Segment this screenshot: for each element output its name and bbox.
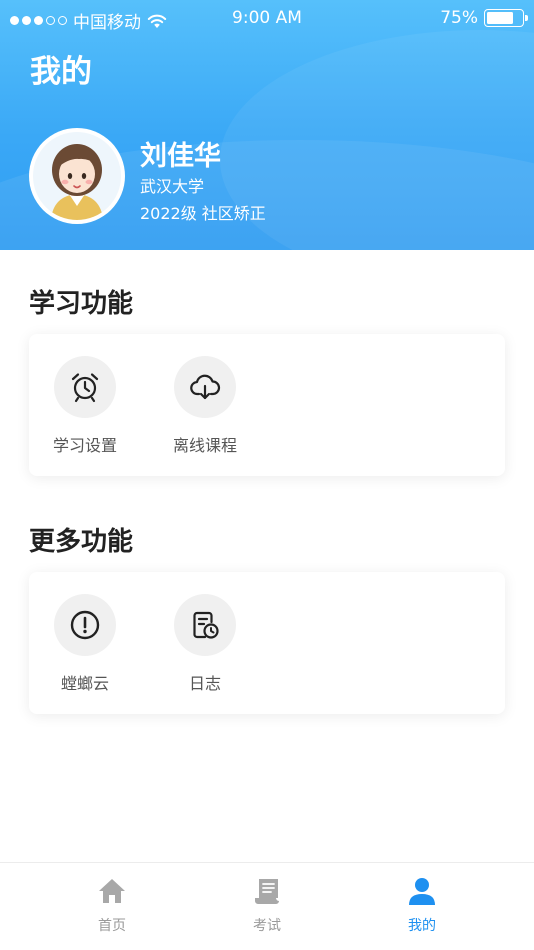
battery-icon xyxy=(484,9,528,27)
header-wave-decoration xyxy=(220,30,534,250)
status-right: 75% xyxy=(440,8,528,28)
tab-home[interactable]: 首页 xyxy=(67,875,157,935)
status-bar: 中国移动 9:00 AM 75% xyxy=(0,0,534,38)
log-icon-circle xyxy=(174,594,236,656)
tab-mine-label: 我的 xyxy=(408,918,436,934)
battery-percentage: 75% xyxy=(440,8,478,28)
exclamation-circle-icon xyxy=(70,610,100,640)
battery-fill xyxy=(487,12,513,24)
log-button[interactable]: 日志 xyxy=(150,594,260,694)
bottom-tab-bar: 首页 考试 我的 xyxy=(0,862,534,950)
study-settings-label: 学习设置 xyxy=(52,436,117,455)
study-settings-icon-circle xyxy=(54,356,116,418)
study-section-title: 学习功能 xyxy=(29,289,134,319)
study-settings-button[interactable]: 学习设置 xyxy=(30,356,140,456)
user-name: 刘佳华 xyxy=(140,141,221,172)
more-functions-card: 螳螂云 日志 xyxy=(29,572,505,714)
page-title: 我的 xyxy=(30,54,92,90)
log-clock-icon xyxy=(193,611,219,639)
tab-mine[interactable]: 我的 xyxy=(377,875,467,935)
home-icon xyxy=(99,879,125,903)
mantis-cloud-button[interactable]: 螳螂云 xyxy=(30,594,140,694)
offline-courses-icon-circle xyxy=(174,356,236,418)
study-functions-card: 学习设置 离线课程 xyxy=(29,334,505,476)
more-section-title: 更多功能 xyxy=(29,527,134,557)
offline-courses-button[interactable]: 离线课程 xyxy=(150,356,260,456)
cloud-download-icon xyxy=(190,374,221,400)
mantis-cloud-icon-circle xyxy=(54,594,116,656)
user-school: 武汉大学 xyxy=(140,177,205,196)
mantis-cloud-label: 螳螂云 xyxy=(60,674,109,693)
tab-exam[interactable]: 考试 xyxy=(222,875,312,935)
user-class-info: 2022级 社区矫正 xyxy=(140,204,266,223)
user-icon xyxy=(409,878,435,905)
tab-exam-label: 考试 xyxy=(253,918,281,934)
log-label: 日志 xyxy=(188,674,221,693)
profile-header: 中国移动 9:00 AM 75% 我的 刘佳华 武汉大学 2022级 社区矫正 xyxy=(0,0,534,250)
avatar[interactable] xyxy=(29,128,125,224)
scroll-icon xyxy=(255,879,279,904)
alarm-clock-icon xyxy=(71,373,99,403)
tab-home-label: 首页 xyxy=(98,918,126,934)
avatar-illustration xyxy=(51,144,103,220)
offline-courses-label: 离线课程 xyxy=(172,436,237,455)
